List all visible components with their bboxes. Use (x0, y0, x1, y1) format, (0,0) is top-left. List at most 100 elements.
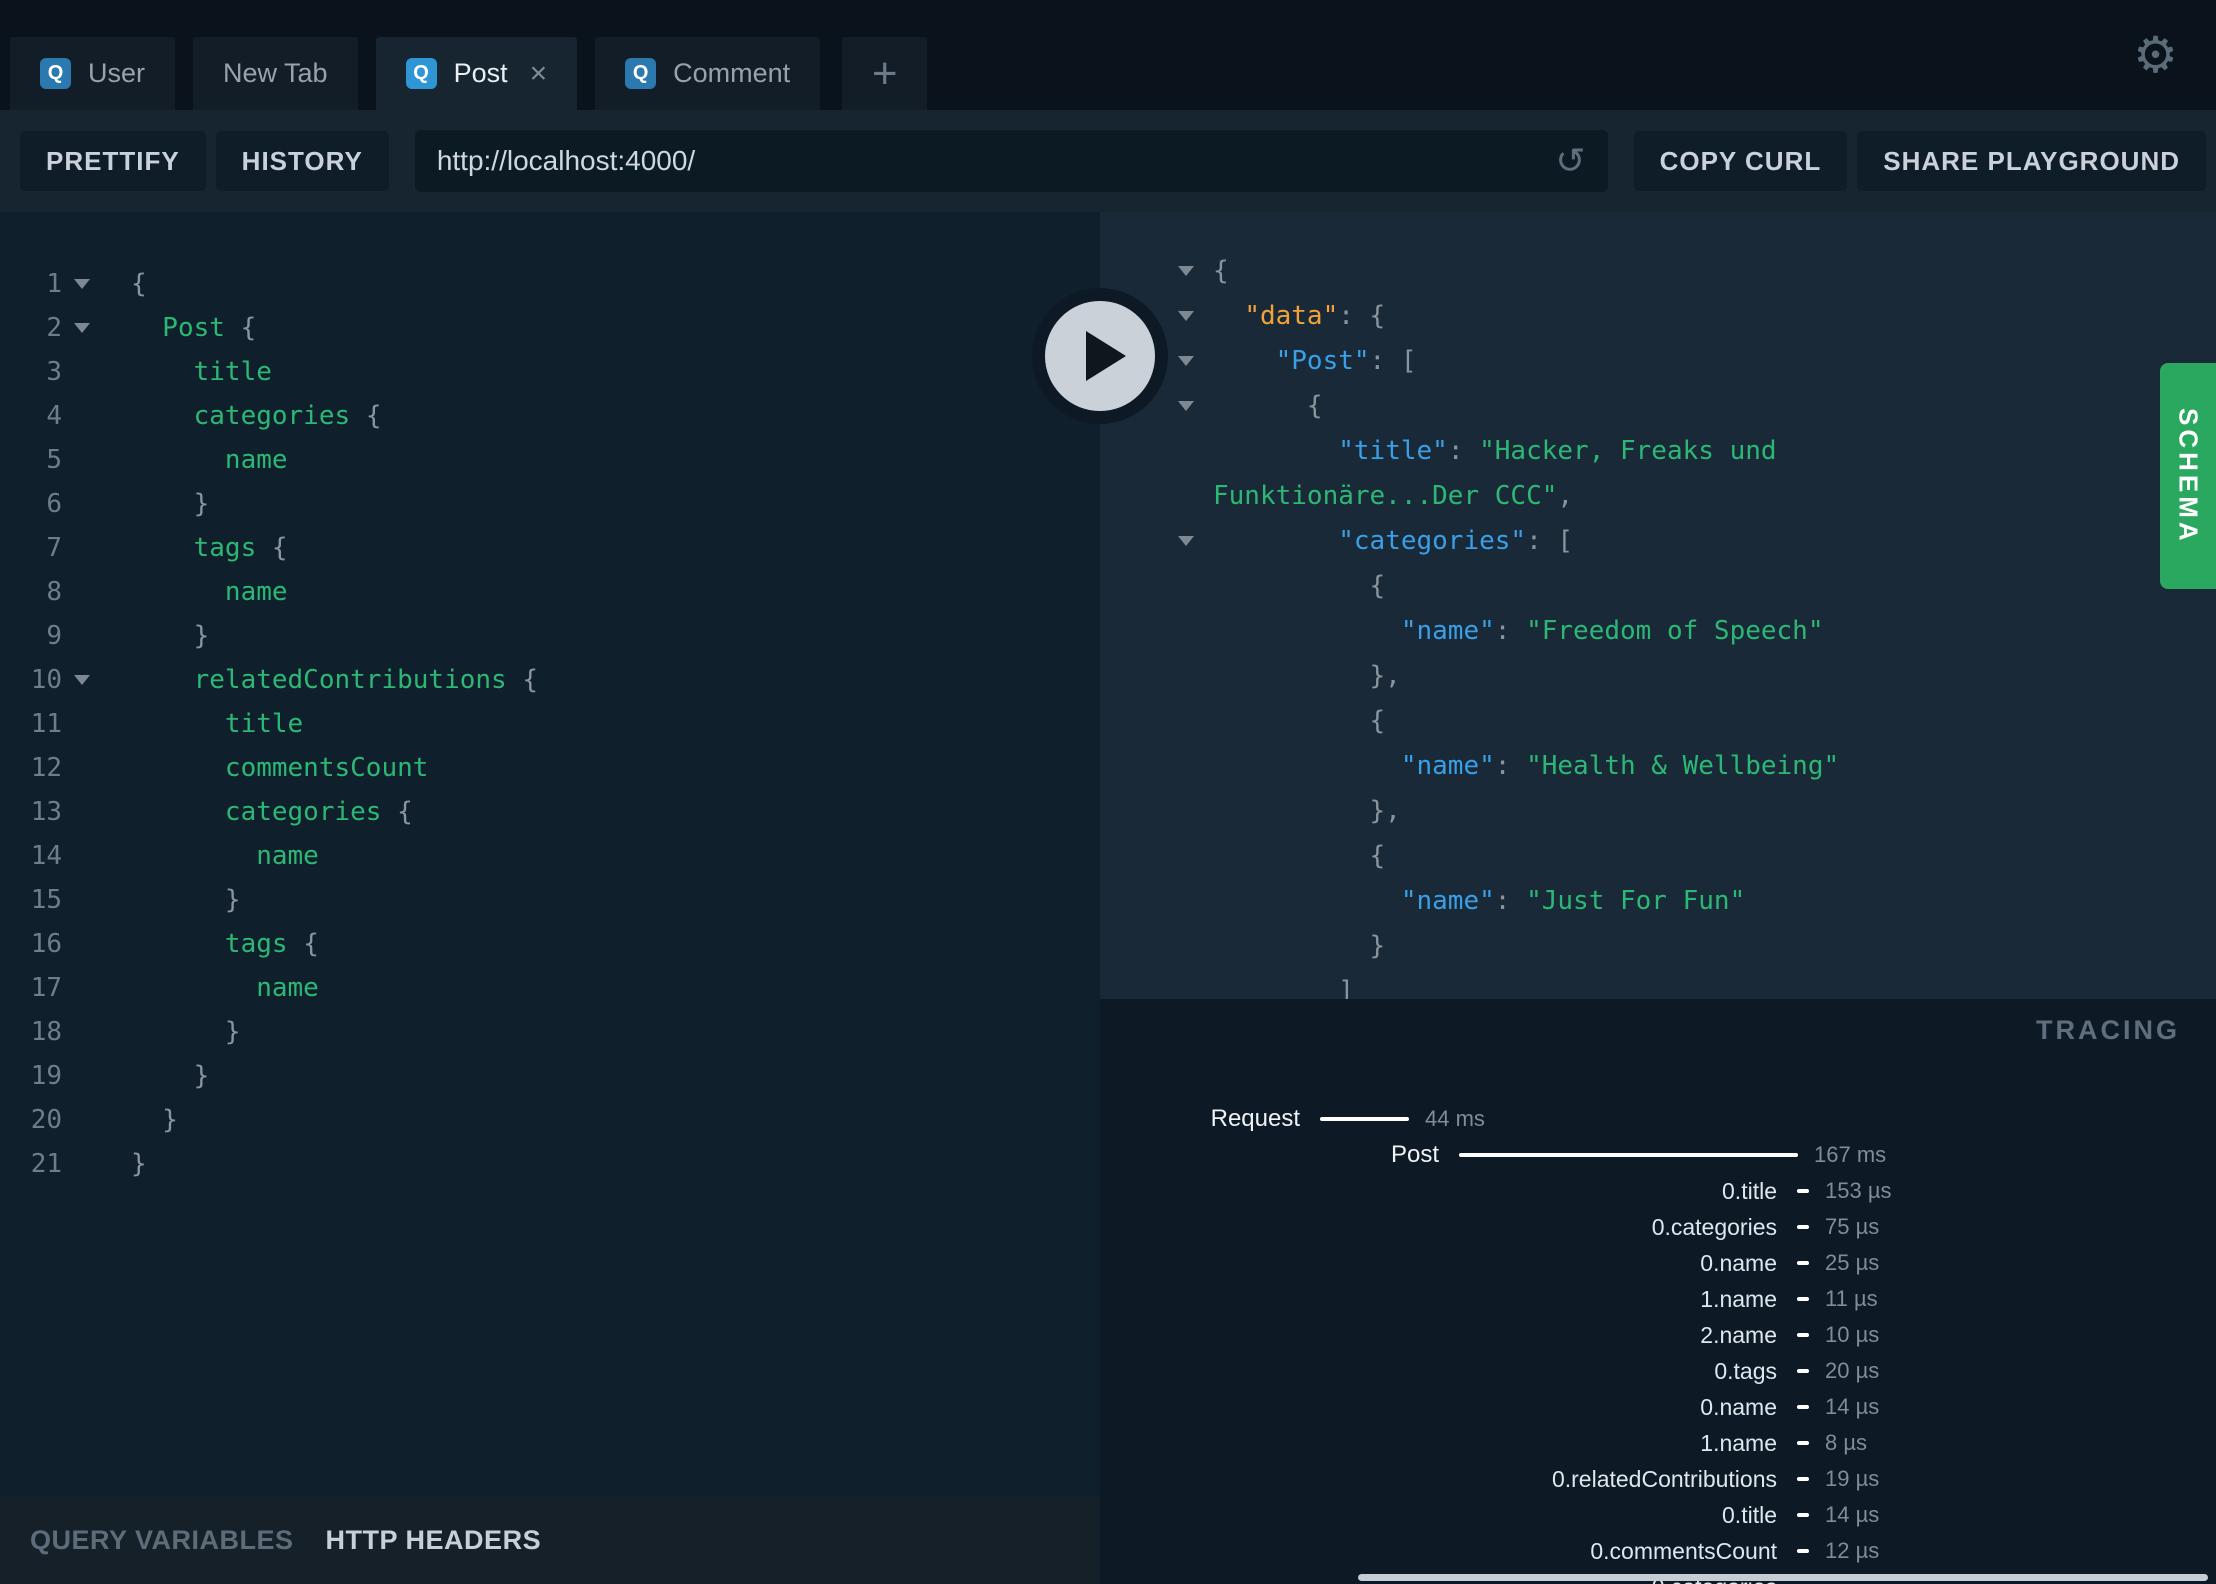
line-number: 4 (46, 401, 62, 431)
line-number: 13 (30, 797, 62, 827)
tracing-time: 153 µs (1825, 1178, 1892, 1203)
new-tab-button[interactable]: + (842, 37, 928, 110)
response-line: "categories": [ (1178, 518, 2216, 563)
query-line: 11 title (0, 702, 1100, 746)
fold-arrow-icon[interactable] (74, 279, 90, 289)
query-badge: Q (625, 58, 657, 89)
response-code: } (1213, 930, 1386, 961)
copy-curl-button[interactable]: COPY CURL (1633, 131, 1848, 191)
prettify-button[interactable]: PRETTIFY (20, 131, 206, 191)
query-line: 6 } (0, 482, 1100, 526)
tab-label: New Tab (223, 58, 328, 88)
tracing-row: 0.relatedContributions 19 µs (1100, 1461, 2216, 1497)
line-number: 5 (46, 445, 62, 475)
fold-gutter (1178, 400, 1213, 411)
response-line: { (1178, 698, 2216, 743)
tracing-row: 0.tags 20 µs (1100, 1353, 2216, 1389)
tab-label: User (88, 58, 146, 88)
tracing-time: 10 µs (1825, 1322, 1880, 1347)
response-code: "Post": [ (1275, 345, 1417, 376)
tracing-label: 0.name (1700, 1249, 1777, 1276)
tracing-dash (1797, 1189, 1809, 1193)
tab-user[interactable]: Q User (10, 37, 176, 110)
query-line: 7 tags { (0, 526, 1100, 570)
tracing-label: Post (1390, 1141, 1439, 1168)
tracing-label: Request (1210, 1105, 1300, 1132)
fold-gutter (1178, 355, 1213, 366)
tracing-label: 0.categories (1651, 1213, 1777, 1240)
tracing-row: 1.name 8 µs (1100, 1425, 2216, 1461)
response-code: { (1213, 570, 1386, 601)
fold-arrow-icon[interactable] (1178, 265, 1194, 276)
fold-arrow-icon[interactable] (74, 675, 90, 685)
tab-comment[interactable]: Q Comment (595, 37, 821, 110)
url-input[interactable] (436, 145, 1540, 177)
query-code: } (131, 1061, 210, 1091)
fold-arrow-icon[interactable] (1178, 310, 1194, 321)
replay-icon[interactable]: ↺ (1555, 140, 1585, 182)
tracing-time: 25 µs (1825, 1250, 1880, 1275)
tracing-row: 0.title 153 µs (1100, 1173, 2216, 1209)
fold-gutter (62, 279, 131, 289)
response-code: { (1213, 255, 1229, 286)
tracing-label: 0.commentsCount (1590, 1537, 1777, 1564)
query-line: 19 } (0, 1054, 1100, 1098)
tab-new-tab[interactable]: New Tab (193, 37, 358, 110)
response-line: Funktionäre...Der CCC", (1178, 473, 2216, 518)
tracing-time: 12 µs (1825, 1538, 1880, 1563)
tracing-time: 14 µs (1825, 1502, 1880, 1527)
response-line: }, (1178, 788, 2216, 833)
fold-arrow-icon[interactable] (74, 323, 90, 333)
response-line: } (1178, 923, 2216, 968)
query-code: } (131, 1149, 147, 1179)
play-icon (1086, 331, 1126, 381)
history-button[interactable]: HISTORY (215, 131, 389, 191)
tracing-row: 2.name 10 µs (1100, 1317, 2216, 1353)
tab-post[interactable]: Q Post × (375, 37, 578, 110)
query-variables-tab[interactable]: QUERY VARIABLES (30, 1525, 294, 1556)
share-playground-button[interactable]: SHARE PLAYGROUND (1857, 131, 2206, 191)
tracing-label: 1.name (1700, 1285, 1777, 1312)
response-code: }, (1213, 795, 1401, 826)
response-code: "name": "Health & Wellbeing" (1400, 750, 1840, 781)
execute-button[interactable] (1032, 288, 1168, 424)
fold-arrow-icon[interactable] (1178, 355, 1194, 366)
tracing-label: 0.relatedContributions (1551, 1465, 1777, 1492)
query-code: Post { (131, 313, 257, 343)
query-line: 3 title (0, 350, 1100, 394)
query-line: 4 categories { (0, 394, 1100, 438)
toolbar: PRETTIFY HISTORY ↺ COPY CURL SHARE PLAYG… (0, 110, 2216, 212)
horizontal-scrollbar[interactable] (1358, 1574, 2208, 1581)
response-code: "categories": [ (1338, 525, 1574, 556)
line-number: 17 (30, 973, 62, 1003)
tab-bar: Q User New Tab Q Post × Q Comment + (0, 0, 2216, 110)
query-line: 21} (0, 1142, 1100, 1186)
response-code: "name": "Just For Fun" (1400, 885, 1746, 916)
settings-gear-icon[interactable]: ⚙ (2133, 30, 2178, 80)
fold-arrow-icon[interactable] (1178, 400, 1194, 411)
query-code: { (131, 269, 147, 299)
fold-arrow-icon[interactable] (1178, 535, 1194, 546)
fold-gutter (62, 675, 131, 685)
query-line: 12 commentsCount (0, 746, 1100, 790)
query-editor[interactable]: 1{2 Post {3 title 4 categories {5 name 6 }… (0, 212, 1100, 1497)
tracing-label: 1.name (1700, 1429, 1777, 1456)
tracing-row: 1.name 11 µs (1100, 1281, 2216, 1317)
tracing-panel: TRACING Request 44 ms Post 167 ms 0.title 153… (1100, 999, 2216, 1584)
query-code: name (131, 445, 288, 475)
line-number: 18 (30, 1017, 62, 1047)
query-code: name (131, 841, 319, 871)
schema-tab-button[interactable]: SCHEMA (2160, 363, 2216, 589)
response-line: "name": "Health & Wellbeing" (1178, 743, 2216, 788)
line-number: 21 (30, 1149, 62, 1179)
response-code: { (1213, 840, 1386, 871)
tracing-dash (1797, 1441, 1809, 1445)
tracing-dash (1797, 1225, 1809, 1229)
http-headers-tab[interactable]: HTTP HEADERS (326, 1525, 542, 1556)
response-code: "name": "Freedom of Speech" (1400, 615, 1824, 646)
tracing-time: 20 µs (1825, 1358, 1880, 1383)
close-tab-icon[interactable]: × (530, 58, 548, 89)
query-code: } (131, 1105, 178, 1135)
tracing-time: 14 µs (1825, 1394, 1880, 1419)
query-line: 17 name (0, 966, 1100, 1010)
